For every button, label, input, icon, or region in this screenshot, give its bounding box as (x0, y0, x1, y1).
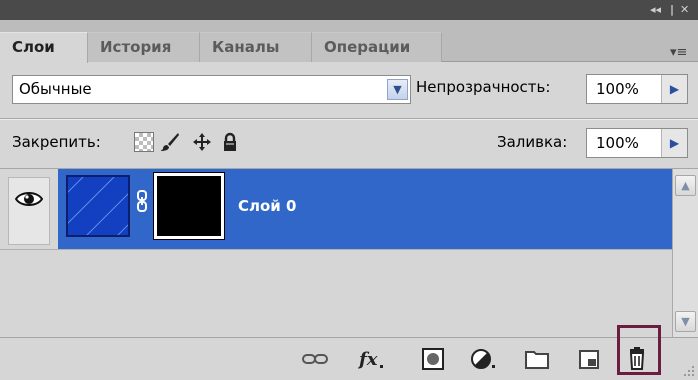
tab-layers[interactable]: Слои (0, 32, 88, 63)
layer-row[interactable]: Слой 0 (0, 169, 672, 249)
panel-menu-icon[interactable]: ▾≡ (670, 44, 692, 62)
close-icon[interactable]: ✕ (680, 2, 694, 18)
folder-icon[interactable] (522, 345, 552, 373)
visibility-toggle[interactable] (8, 177, 50, 245)
tab-channels[interactable]: Каналы (200, 32, 312, 62)
blend-mode-select[interactable]: Обычные ▼ (12, 75, 411, 104)
divider (0, 119, 698, 120)
mask-icon[interactable] (418, 345, 448, 373)
fill-label: Заливка: (497, 133, 568, 151)
scroll-up-icon[interactable]: ▲ (675, 175, 696, 196)
layers-list: Слой 0 (0, 169, 672, 337)
scroll-down-icon[interactable]: ▼ (675, 311, 696, 332)
divider (0, 249, 672, 250)
eye-icon (15, 192, 43, 206)
opacity-label: Непрозрачность: (416, 78, 551, 96)
layer-mask-thumbnail[interactable] (153, 172, 225, 240)
blend-mode-value: Обычные (19, 80, 92, 98)
fill-slider-arrow-icon[interactable]: ▶ (661, 129, 687, 157)
brush-icon[interactable] (160, 132, 180, 152)
opacity-slider-arrow-icon[interactable]: ▶ (661, 75, 687, 103)
fx-label: fx (357, 349, 378, 370)
layers-panel: ◂◂ | ✕ Слои История Каналы Операции ▾≡ О… (0, 0, 698, 380)
title-separator: | (670, 3, 675, 16)
fill-value: 100% (596, 134, 639, 152)
layers-toolbar: fx (0, 337, 698, 380)
panel-title-bar: ◂◂ | ✕ (0, 0, 698, 20)
lock-icon[interactable] (220, 132, 240, 152)
tab-actions[interactable]: Операции (312, 32, 442, 62)
lock-transparent-icon[interactable] (134, 132, 154, 152)
move-icon[interactable] (192, 132, 212, 152)
chevron-down-icon[interactable]: ▼ (387, 79, 408, 100)
adjustment-icon[interactable] (468, 345, 498, 373)
opacity-input[interactable]: 100% ▶ (586, 74, 688, 104)
resize-grip-icon[interactable] (682, 364, 696, 378)
lock-label: Закрепить: (12, 133, 101, 151)
opacity-value: 100% (596, 80, 639, 98)
layer-thumbnail[interactable] (66, 175, 130, 237)
tab-bar: Слои История Каналы Операции ▾≡ (0, 20, 698, 63)
layer-name[interactable]: Слой 0 (238, 197, 296, 215)
fill-input[interactable]: 100% ▶ (586, 128, 688, 158)
fx-icon[interactable]: fx (356, 345, 386, 373)
scrollbar[interactable]: ▲ ▼ (672, 169, 698, 337)
delete-highlight-frame (617, 325, 661, 375)
chain-link-icon[interactable] (136, 189, 148, 213)
new-layer-icon[interactable] (574, 345, 604, 373)
link-icon[interactable] (300, 345, 330, 373)
layer-selection[interactable]: Слой 0 (58, 169, 672, 249)
collapse-icon[interactable]: ◂◂ (650, 2, 668, 18)
tab-history[interactable]: История (88, 32, 200, 62)
